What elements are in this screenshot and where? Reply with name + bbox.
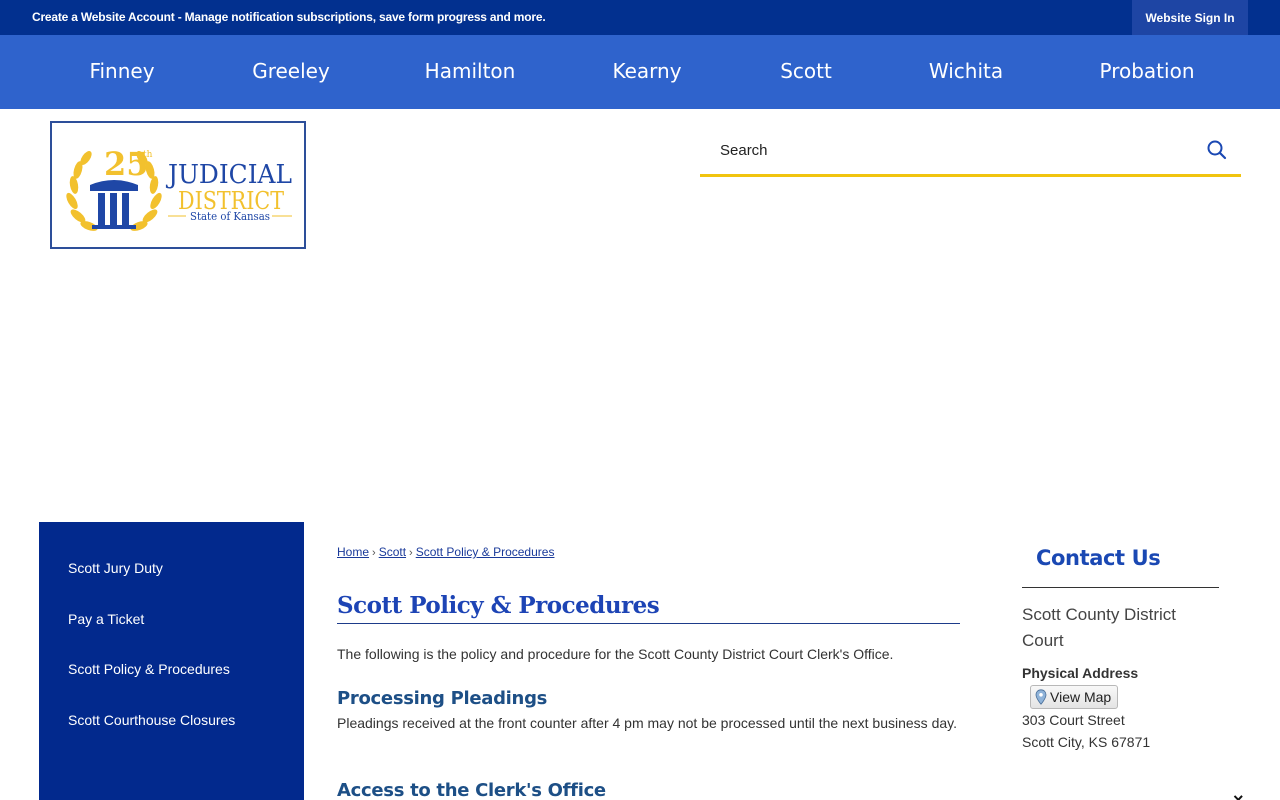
breadcrumb: Home › Scott › Scott Policy & Procedures xyxy=(337,545,554,559)
search-input[interactable] xyxy=(700,128,1190,172)
view-map-label: View Map xyxy=(1050,689,1112,705)
breadcrumb-current[interactable]: Scott Policy & Procedures xyxy=(416,545,555,559)
logo-number: 25 xyxy=(104,145,149,183)
page-title: Scott Policy & Procedures xyxy=(337,592,960,624)
intro-text: The following is the policy and procedur… xyxy=(337,646,894,662)
logo-line1: JUDICIAL xyxy=(165,160,292,190)
contact-divider xyxy=(1022,587,1219,588)
nav-item-finney[interactable]: Finney xyxy=(89,35,154,109)
map-pin-icon xyxy=(1035,689,1047,705)
contact-city: Scott City, KS 67871 xyxy=(1022,734,1151,750)
nav-item-scott[interactable]: Scott xyxy=(780,35,832,109)
sidebar-item-scott-jury-duty[interactable]: Scott Jury Duty xyxy=(68,560,163,576)
pillar-icon xyxy=(90,180,138,229)
search-icon[interactable] xyxy=(1205,138,1229,162)
sidebar-navigation: Scott Jury Duty Pay a Ticket Scott Polic… xyxy=(39,522,304,800)
sidebar-item-pay-a-ticket[interactable]: Pay a Ticket xyxy=(68,611,144,627)
view-map-button[interactable]: View Map xyxy=(1030,685,1119,709)
nav-item-greeley[interactable]: Greeley xyxy=(252,35,330,109)
logo-line3: State of Kansas xyxy=(190,210,270,223)
sidebar-item-scott-policy-procedures[interactable]: Scott Policy & Procedures xyxy=(68,661,230,677)
nav-item-kearny[interactable]: Kearny xyxy=(612,35,681,109)
contact-organization: Scott County District Court xyxy=(1022,605,1176,650)
nav-item-hamilton[interactable]: Hamilton xyxy=(425,35,516,109)
physical-address-label: Physical Address xyxy=(1022,665,1139,681)
breadcrumb-scott[interactable]: Scott xyxy=(379,545,406,559)
logo-suffix: th xyxy=(143,150,153,160)
site-logo[interactable]: 25 th JUDICIAL DISTRICT State of Kansas xyxy=(50,121,306,249)
nav-item-probation[interactable]: Probation xyxy=(1100,35,1195,109)
section-heading-processing-pleadings: Processing Pleadings xyxy=(337,688,548,709)
breadcrumb-home[interactable]: Home xyxy=(337,545,369,559)
website-sign-in-button[interactable]: Website Sign In xyxy=(1132,0,1248,35)
logo-graphic: 25 th JUDICIAL DISTRICT State of Kansas xyxy=(66,145,292,231)
top-utility-bar: Create a Website Account - Manage notifi… xyxy=(0,0,1280,35)
breadcrumb-separator: › xyxy=(372,547,376,559)
sidebar-item-scott-courthouse-closures[interactable]: Scott Courthouse Closures xyxy=(68,712,235,728)
close-icon[interactable]: × xyxy=(1233,791,1251,800)
breadcrumb-separator: › xyxy=(409,547,413,559)
nav-item-wichita[interactable]: Wichita xyxy=(929,35,1003,109)
section-body-processing-pleadings: Pleadings received at the front counter … xyxy=(337,715,957,731)
contact-title: Contact Us xyxy=(1036,546,1161,570)
section-heading-access-clerks-office: Access to the Clerk's Office xyxy=(337,780,606,800)
contact-street: 303 Court Street xyxy=(1022,712,1125,728)
main-navigation: Finney Greeley Hamilton Kearny Scott Wic… xyxy=(0,35,1280,109)
create-account-link[interactable]: Create a Website Account - Manage notifi… xyxy=(32,10,546,24)
site-search xyxy=(700,128,1241,177)
